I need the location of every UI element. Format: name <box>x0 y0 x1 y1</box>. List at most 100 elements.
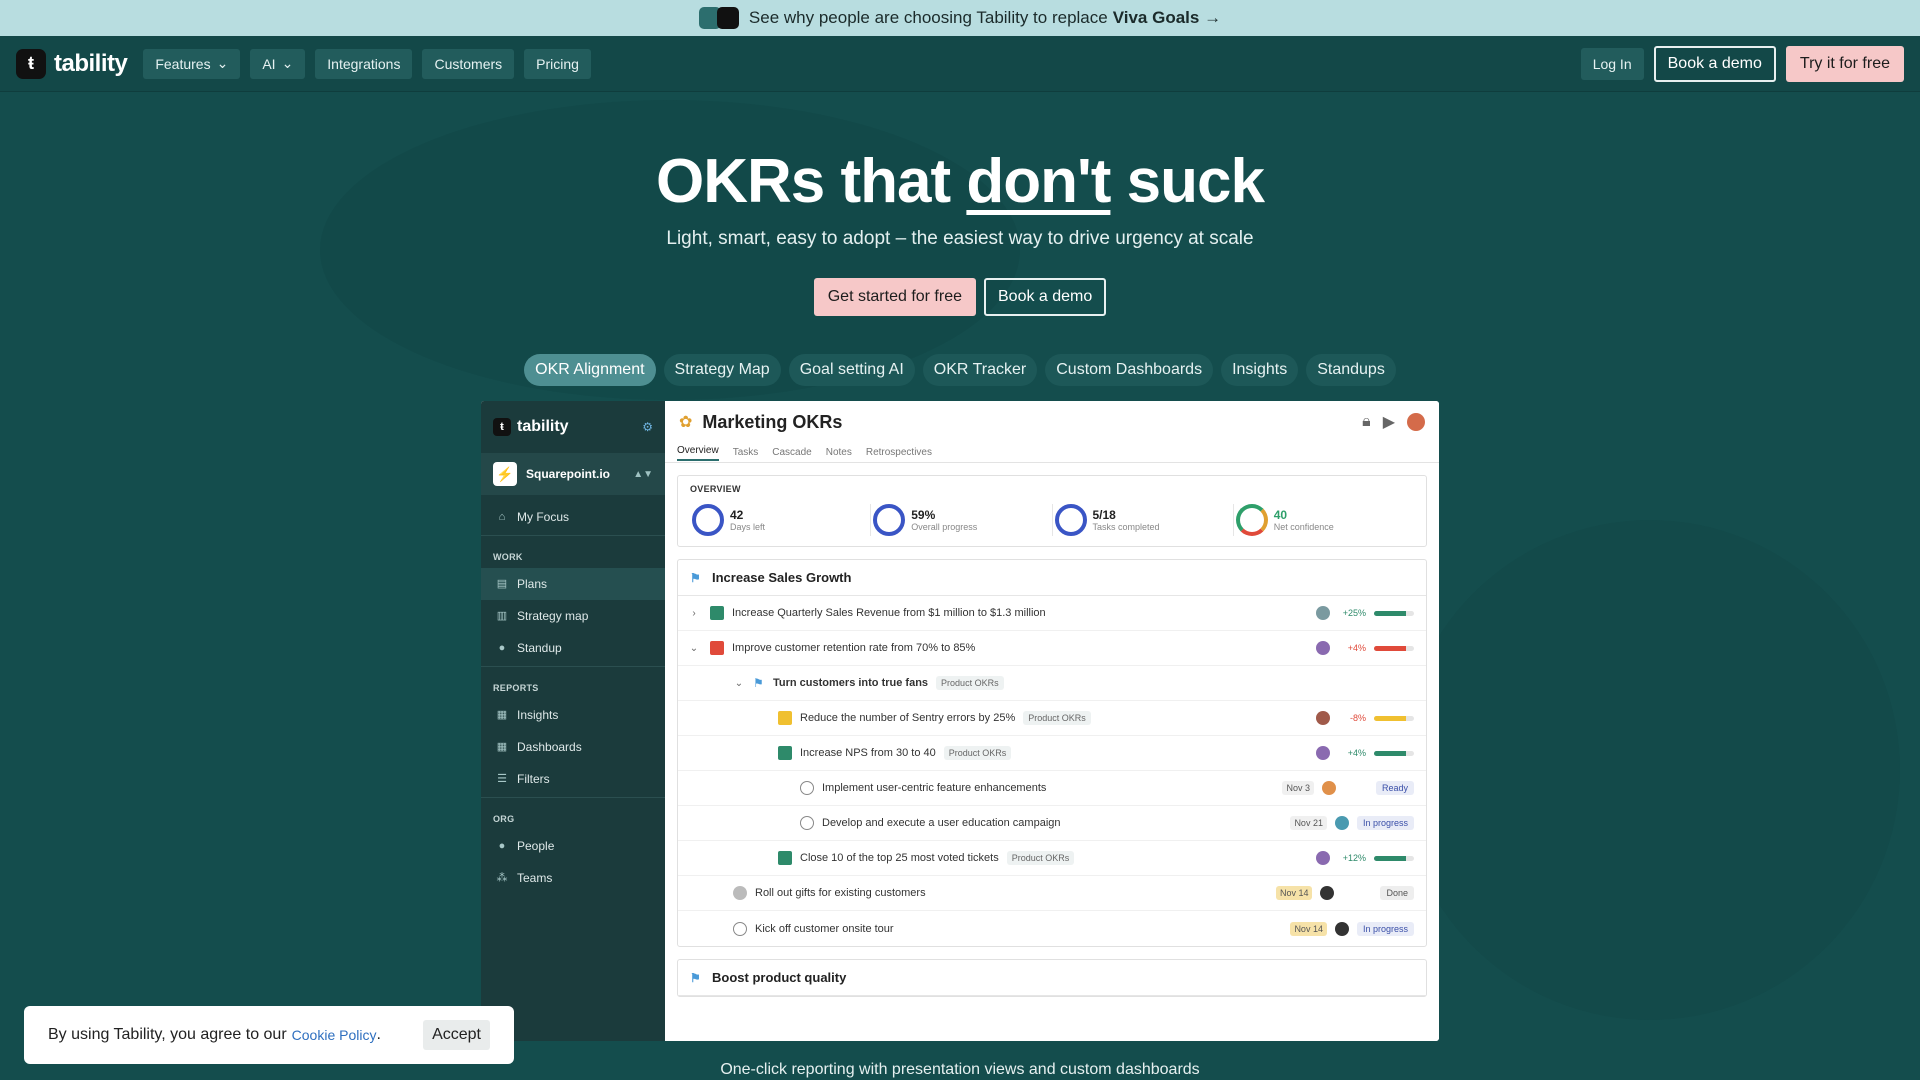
checkbox-checked[interactable] <box>733 886 747 900</box>
person-icon: ● <box>498 840 506 852</box>
table-row[interactable]: Increase NPS from 30 to 40 Product OKRs +… <box>678 736 1426 771</box>
flower-icon: ✿ <box>679 414 693 431</box>
sidebar-item-standup[interactable]: ● Standup <box>481 632 665 664</box>
nav-ai[interactable]: AI ⌄ <box>250 48 306 79</box>
section-reports: REPORTS <box>493 683 539 693</box>
list-icon: ☰ <box>497 773 507 785</box>
hero-cta: Get started for free Book a demo <box>0 278 1920 316</box>
avatar <box>1320 886 1335 900</box>
nav-features[interactable]: Features ⌄ <box>143 48 241 79</box>
section-work: WORK <box>493 552 523 562</box>
tab-notes[interactable]: Notes <box>826 447 852 458</box>
team-chip: Product OKRs <box>1006 851 1075 865</box>
workspace-switcher[interactable]: ⚡ Squarepoint.io ▲▼ <box>481 453 665 495</box>
table-row[interactable]: Implement user-centric feature enhanceme… <box>678 771 1426 806</box>
sidebar-item-teams[interactable]: ⁂ Teams <box>481 862 665 894</box>
objective-title[interactable]: ⚑ Boost product quality <box>678 960 1426 996</box>
avatar <box>1316 746 1330 760</box>
gear-icon[interactable]: ⚙ <box>642 420 653 434</box>
avatar <box>1334 921 1349 936</box>
avatar[interactable] <box>1407 413 1425 431</box>
table-row[interactable]: ⌄ Improve customer retention rate from 70… <box>678 631 1426 666</box>
grid-icon: ▦ <box>496 741 508 753</box>
tab-overview[interactable]: Overview <box>677 445 719 461</box>
tab-tasks[interactable]: Tasks <box>733 447 759 458</box>
plan-tabs: Overview Tasks Cascade Notes Retrospecti… <box>665 443 1439 463</box>
tab-okr-alignment[interactable]: OKR Alignment <box>524 354 656 386</box>
table-row[interactable]: Reduce the number of Sentry errors by 25… <box>678 701 1426 736</box>
checkbox[interactable] <box>733 921 747 936</box>
sidebar-item-filters[interactable]: ☰ Filters <box>481 763 665 795</box>
avatar <box>1316 711 1330 725</box>
promo-banner[interactable]: See why people are choosing Tability to … <box>0 0 1920 36</box>
brand-logo[interactable]: ŧ tability <box>16 48 128 79</box>
tab-okr-tracker[interactable]: OKR Tracker <box>922 354 1038 386</box>
sidebar-item-people[interactable]: ● People <box>481 830 665 862</box>
table-row[interactable]: ⌄ ⚑ Turn customers into true fans Product O… <box>678 666 1426 701</box>
tab-standups[interactable]: Standups <box>1306 354 1396 386</box>
app-preview: ŧ tability ⚙ ⚡ Squarepoint.io ▲▼ ⌂ My Focus W… <box>481 401 1439 1041</box>
home-icon: ⌂ <box>498 511 506 523</box>
stat-confidence: 40 Net confidence <box>1234 504 1414 536</box>
tab-retrospectives[interactable]: Retrospectives <box>866 447 932 458</box>
checkbox[interactable] <box>800 781 814 795</box>
status-dropdown[interactable]: Done <box>1380 886 1414 900</box>
login-button[interactable]: Log In <box>1580 47 1644 80</box>
table-row[interactable]: Kick off customer onsite tour Nov 14 In p… <box>678 911 1426 946</box>
chevron-down-icon[interactable]: ⌄ <box>688 643 700 654</box>
team-chip: Product OKRs <box>943 746 1012 760</box>
tab-cascade[interactable]: Cascade <box>772 447 811 458</box>
overview-card: OVERVIEW 42 Days left 59% Overall progress… <box>677 475 1427 547</box>
table-row[interactable]: Develop and execute a user education cam… <box>678 806 1426 841</box>
status-dropdown[interactable]: In progress <box>1356 816 1414 830</box>
tab-insights[interactable]: Insights <box>1221 354 1299 386</box>
play-icon[interactable]: ▶ <box>1383 412 1395 432</box>
nav-customers[interactable]: Customers <box>422 48 515 79</box>
cookie-banner: By using Tability, you agree to our Cook… <box>24 1006 514 1064</box>
flag-icon: ⚑ <box>753 676 764 690</box>
nav-pricing[interactable]: Pricing <box>524 48 591 79</box>
banner-link[interactable]: Viva Goals → <box>1113 8 1221 28</box>
cookie-policy-link[interactable]: Cookie Policy <box>292 1027 377 1043</box>
lock-icon[interactable]: 🔒︎ <box>1362 413 1371 431</box>
objective-title[interactable]: ⚑ Increase Sales Growth <box>678 560 1426 596</box>
hero-demo-button[interactable]: Book a demo <box>984 278 1107 316</box>
app-sidebar: ŧ tability ⚙ ⚡ Squarepoint.io ▲▼ ⌂ My Focus W… <box>481 401 665 1041</box>
chevron-down-icon: ⌄ <box>281 55 294 71</box>
chevron-right-icon[interactable]: › <box>688 608 700 619</box>
status-dropdown[interactable]: Ready <box>1375 781 1414 795</box>
get-started-button[interactable]: Get started for free <box>813 278 976 316</box>
sidebar-item-strategy-map[interactable]: ▥ Strategy map <box>481 600 665 632</box>
team-icon: ⁂ <box>496 872 508 884</box>
try-free-button[interactable]: Try it for free <box>1785 45 1904 82</box>
tab-goal-setting-ai[interactable]: Goal setting AI <box>788 354 915 386</box>
checkbox[interactable] <box>800 816 814 830</box>
nav-integrations[interactable]: Integrations <box>315 48 413 79</box>
hero-subtitle: Light, smart, easy to adopt – the easies… <box>666 228 1254 249</box>
avatar <box>1316 641 1330 655</box>
book-demo-button[interactable]: Book a demo <box>1653 45 1776 82</box>
flag-icon: ⚑ <box>690 570 701 585</box>
logo-icon: ŧ <box>16 48 46 79</box>
sidebar-item-dashboards[interactable]: ▦ Dashboards <box>481 731 665 763</box>
plan-title: Marketing OKRs <box>702 411 843 432</box>
chevron-down-icon[interactable]: ⌄ <box>733 678 745 689</box>
accept-button[interactable]: Accept <box>423 1020 490 1050</box>
tab-strategy-map[interactable]: Strategy Map <box>663 354 781 386</box>
avatar <box>1316 851 1330 865</box>
table-row[interactable]: Close 10 of the top 25 most voted ticket… <box>678 841 1426 876</box>
tab-custom-dashboards[interactable]: Custom Dashboards <box>1045 354 1214 386</box>
sidebar-item-plans[interactable]: ▤ Plans <box>481 568 665 600</box>
sidebar-item-my-focus[interactable]: ⌂ My Focus <box>481 501 665 533</box>
app-main: ✿ Marketing OKRs 🔒︎ ▶ Overview Tasks Casc… <box>665 401 1439 1041</box>
chevron-down-icon: ⌄ <box>216 55 229 71</box>
app-brand: ŧ tability <box>493 418 569 436</box>
status-dropdown[interactable]: In progress <box>1356 921 1414 936</box>
avatar <box>1334 816 1349 830</box>
cookie-text: By using Tability, you agree to our <box>48 1026 287 1043</box>
confidence-ring <box>1235 504 1268 536</box>
bolt-icon: ⚡ <box>493 462 517 486</box>
sidebar-item-insights[interactable]: ▦ Insights <box>481 699 665 731</box>
table-row[interactable]: Roll out gifts for existing customers No… <box>678 876 1426 911</box>
table-row[interactable]: › Increase Quarterly Sales Revenue from $… <box>678 596 1426 631</box>
